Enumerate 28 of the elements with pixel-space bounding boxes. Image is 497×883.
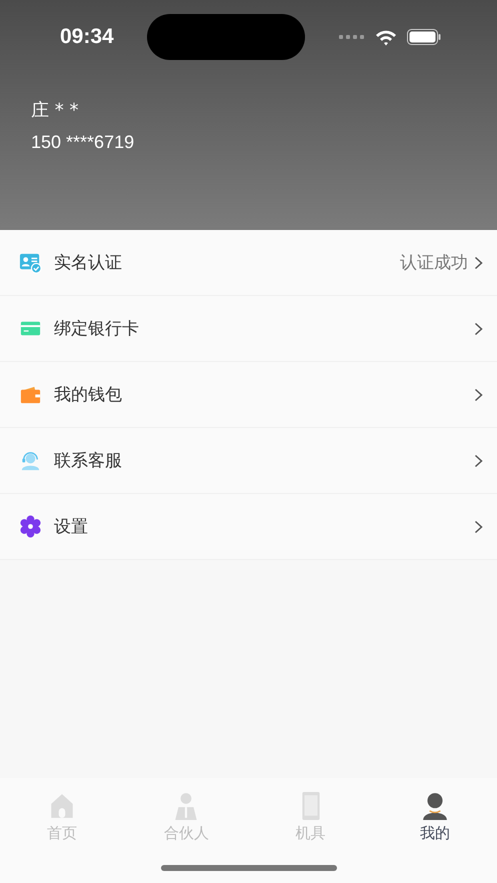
chevron-icon (474, 388, 483, 402)
support-agent-icon (19, 449, 42, 472)
menu-label: 绑定银行卡 (54, 318, 140, 340)
menu-label: 设置 (54, 516, 89, 538)
tab-item[interactable]: 我的 (372, 792, 497, 843)
person-icon (422, 792, 448, 820)
menu-label: 我的钱包 (54, 384, 123, 406)
wifi-icon (375, 28, 397, 46)
battery-icon (407, 29, 441, 45)
menu-item[interactable]: 联系客服 (0, 428, 497, 494)
menu-label: 联系客服 (54, 450, 123, 472)
settings-icon (19, 515, 42, 538)
signal-icon (339, 35, 365, 39)
chevron-icon (474, 520, 483, 534)
menu-item[interactable]: 绑定银行卡 (0, 296, 497, 362)
person-tie-icon (173, 792, 200, 820)
menu-label: 实名认证 (54, 252, 123, 274)
menu-item[interactable]: 实名认证 认证成功 (0, 230, 497, 296)
status-time: 09:34 (60, 25, 114, 49)
menu-item[interactable]: 我的钱包 (0, 362, 497, 428)
home-icon (49, 792, 76, 820)
user-name: 庄 * * (31, 99, 80, 122)
chevron-icon (474, 256, 483, 270)
chevron-icon (474, 454, 483, 468)
id-card-icon (19, 251, 42, 274)
chevron-icon (474, 322, 483, 336)
user-phone: 150 ****6719 (31, 132, 136, 153)
status-value: 认证成功 (400, 252, 468, 274)
